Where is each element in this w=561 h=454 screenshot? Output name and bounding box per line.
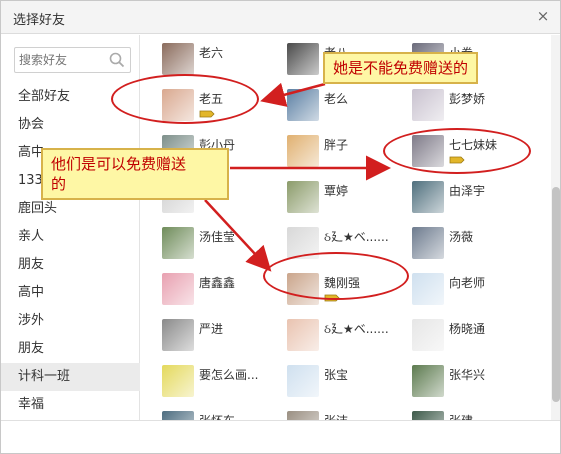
friend-item[interactable]: 要怎么画...	[162, 365, 292, 405]
friend-name: 老么	[324, 92, 349, 106]
close-icon[interactable]: ×	[534, 7, 552, 25]
friend-name: 胖子	[324, 138, 349, 152]
annotation-ellipse-weigang	[263, 252, 409, 300]
friend-item[interactable]: 汤佳莹	[162, 227, 292, 267]
dialog-title: 选择好友	[13, 13, 66, 28]
friend-avatar	[412, 181, 444, 213]
friend-name: ઠ廴★ベ......	[324, 230, 389, 244]
annotation-ellipse-laowu	[111, 74, 259, 124]
friend-item[interactable]: 彭梦娇	[412, 89, 542, 129]
friend-avatar	[287, 181, 319, 213]
group-item[interactable]: 亲人	[1, 223, 140, 251]
scrollbar-thumb[interactable]	[552, 187, 560, 402]
group-item[interactable]: 幸福	[1, 391, 140, 419]
friend-avatar	[287, 43, 319, 75]
search-box[interactable]	[14, 47, 131, 73]
friend-avatar	[287, 319, 319, 351]
search-input[interactable]	[19, 51, 107, 69]
callout-can-gift-line2: 的	[51, 175, 67, 193]
friend-name: 张建	[449, 412, 473, 420]
callout-cannot-gift: 她是不能免费赠送的	[323, 52, 479, 84]
friend-name: 彭梦娇	[449, 92, 486, 106]
group-item[interactable]: 高中	[1, 279, 140, 307]
callout-can-gift-line1: 他们是可以免费赠送	[51, 155, 187, 173]
group-item[interactable]: 涉外	[1, 307, 140, 335]
friend-name: 唐鑫鑫	[199, 276, 236, 290]
friend-name: 由泽宇	[449, 184, 486, 198]
friend-avatar	[162, 365, 194, 397]
search-icon[interactable]	[109, 52, 125, 68]
group-item[interactable]: 协会	[1, 111, 140, 139]
friend-avatar	[162, 319, 194, 351]
friend-item[interactable]: ઠ廴★ベ......	[287, 319, 417, 359]
friend-avatar	[162, 411, 194, 420]
group-item[interactable]: 朋友	[1, 251, 140, 279]
friend-avatar	[412, 319, 444, 351]
friend-avatar	[162, 43, 194, 75]
friend-name: 向老师	[449, 276, 486, 290]
friend-avatar	[412, 273, 444, 305]
friend-name: 覃婷	[324, 184, 349, 198]
friend-name: 汤薇	[449, 230, 474, 244]
friend-avatar	[287, 135, 319, 167]
friend-name: ઠ廴★ベ......	[324, 322, 389, 336]
friend-avatar	[412, 227, 444, 259]
friend-item[interactable]: 张怀东	[162, 411, 292, 420]
friend-item[interactable]: 覃婷	[287, 181, 417, 221]
friend-item[interactable]: 张建	[412, 411, 542, 420]
friend-name: 张怀东	[199, 412, 235, 420]
friend-name: 老六	[199, 46, 224, 60]
friend-avatar	[287, 365, 319, 397]
friend-avatar	[162, 227, 194, 259]
friend-avatar	[162, 273, 194, 305]
friend-avatar	[287, 89, 319, 121]
annotation-ellipse-qiqi	[383, 128, 531, 174]
dialog-footer	[1, 420, 560, 453]
friend-avatar	[287, 411, 319, 420]
friend-item[interactable]: 由泽宇	[412, 181, 542, 221]
friend-name: 严进	[199, 322, 224, 336]
friend-item[interactable]: 杨晓通	[412, 319, 542, 359]
friend-avatar	[412, 365, 444, 397]
friend-item[interactable]: 老么	[287, 89, 417, 129]
friend-name: 杨晓通	[449, 322, 486, 336]
friend-name: 要怎么画...	[199, 368, 259, 382]
friend-item[interactable]: 严进	[162, 319, 292, 359]
friend-name: 张华兴	[449, 368, 486, 382]
group-list: 全部好友 协会 高中 133 鹿回头 亲人 朋友 高中 涉外 朋友 计科一班 幸福	[1, 83, 140, 419]
friend-avatar	[412, 411, 444, 420]
friend-name: 汤佳莹	[199, 230, 236, 244]
friend-item[interactable]: 张华兴	[412, 365, 542, 405]
group-item[interactable]: 朋友	[1, 335, 140, 363]
friend-item[interactable]: 汤薇	[412, 227, 542, 267]
dialog-titlebar: 选择好友 ×	[1, 1, 560, 34]
friend-name: 张宝	[324, 368, 349, 382]
callout-can-gift: 他们是可以免费赠送 的	[41, 148, 229, 200]
callout-cannot-gift-text: 她是不能免费赠送的	[333, 59, 469, 77]
friend-item[interactable]: 向老师	[412, 273, 542, 313]
friend-name: 张洁	[324, 412, 348, 420]
scrollbar[interactable]	[551, 35, 560, 420]
friend-avatar	[412, 89, 444, 121]
friend-item[interactable]: 张宝	[287, 365, 417, 405]
friend-item[interactable]: 张洁	[287, 411, 417, 420]
group-item[interactable]: 计科一班	[1, 363, 140, 391]
